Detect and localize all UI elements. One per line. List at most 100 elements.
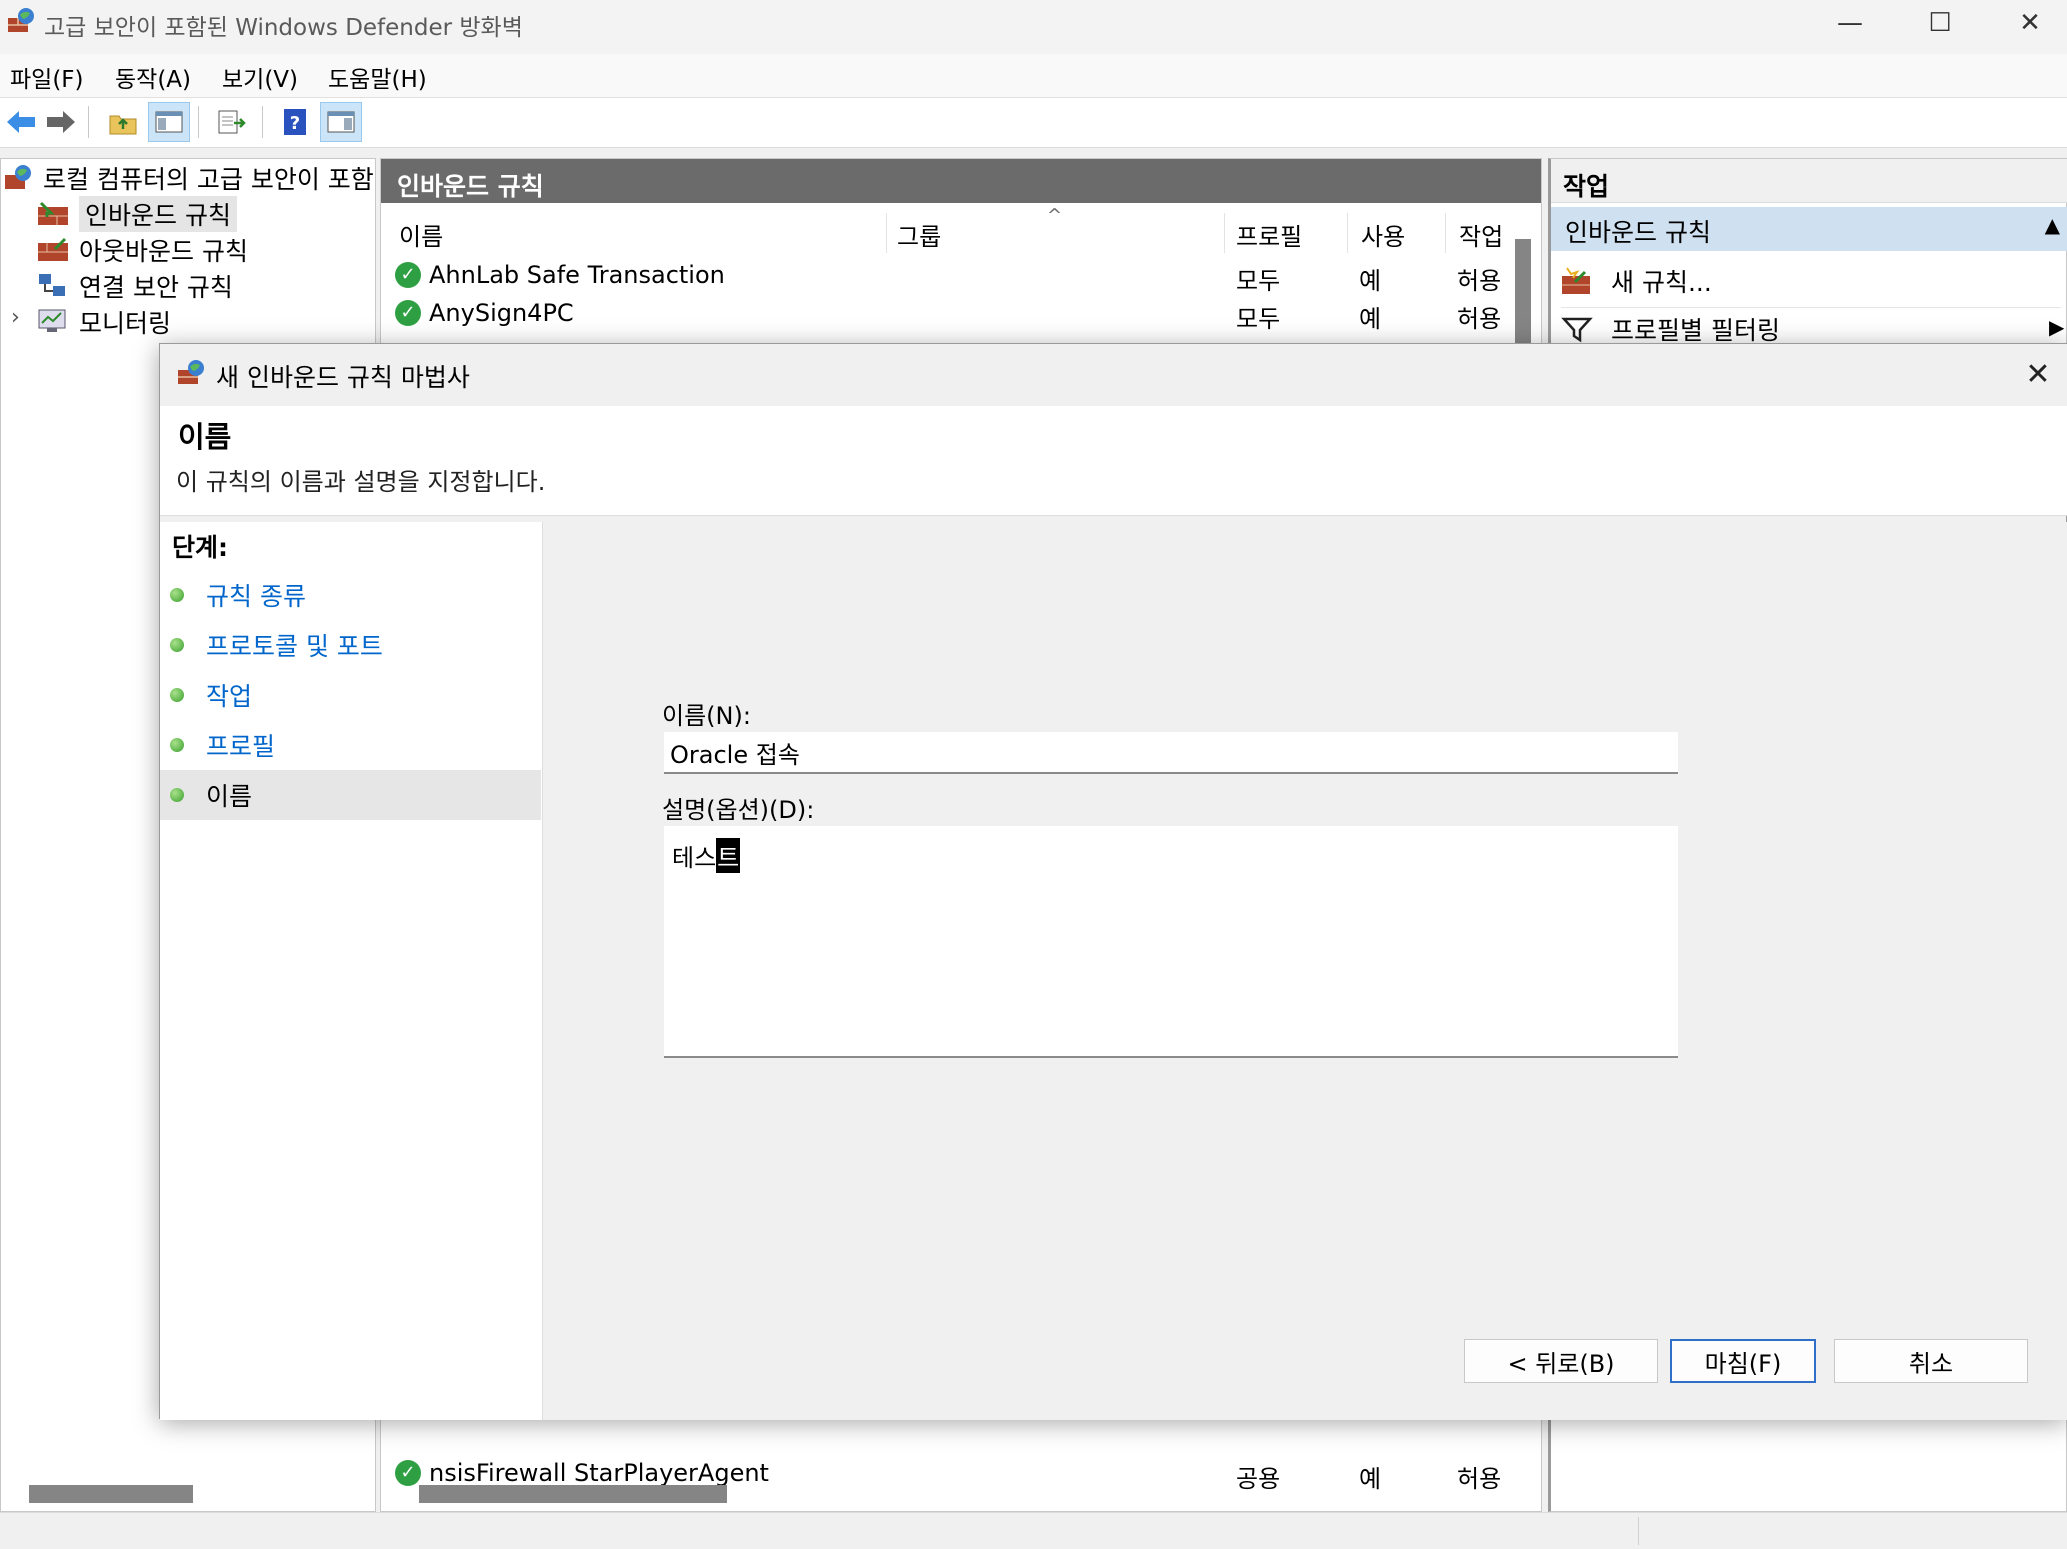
column-header-enabled[interactable]: 사용 bbox=[1361, 217, 1405, 252]
status-bar bbox=[0, 1512, 2067, 1549]
rule-name: AhnLab Safe Transaction bbox=[429, 261, 725, 289]
action-section-label: 인바운드 규칙 bbox=[1565, 218, 1711, 247]
toolbar-separator bbox=[88, 106, 89, 138]
window-title: 고급 보안이 포함된 Windows Defender 방화벽 bbox=[44, 15, 523, 41]
firewall-app-icon bbox=[6, 6, 36, 36]
tree-item-outbound-rules[interactable]: 아웃바운드 규칙 bbox=[37, 233, 248, 267]
tree-horizontal-scrollbar[interactable] bbox=[29, 1485, 193, 1503]
column-divider bbox=[886, 213, 887, 253]
description-field-label: 설명(옵션)(D): bbox=[662, 796, 815, 824]
steps-title: 단계: bbox=[172, 533, 228, 562]
rule-profile: 모두 bbox=[1236, 305, 1281, 333]
forward-arrow-icon[interactable] bbox=[40, 102, 82, 142]
rule-name: nsisFirewall StarPlayerAgent bbox=[429, 1459, 769, 1487]
rule-profile: 모두 bbox=[1236, 267, 1281, 295]
tree-item-label: 인바운드 규칙 bbox=[79, 196, 237, 232]
column-divider bbox=[1445, 213, 1446, 253]
description-text: 테스 bbox=[672, 844, 717, 872]
finish-button[interactable]: 마침(F) bbox=[1670, 1339, 1816, 1383]
divider bbox=[1561, 307, 2061, 308]
cancel-button[interactable]: 취소 bbox=[1834, 1339, 2028, 1383]
menu-help[interactable]: 도움말(H) bbox=[328, 60, 427, 94]
action-section-inbound[interactable]: 인바운드 규칙 ▲ bbox=[1551, 207, 2067, 251]
new-rule-label: 새 규칙... bbox=[1611, 268, 1712, 297]
enabled-check-icon: ✓ bbox=[395, 1460, 421, 1486]
column-header-action[interactable]: 작업 bbox=[1459, 217, 1503, 252]
step-dot-icon bbox=[170, 588, 184, 602]
description-textarea[interactable]: 테스트 bbox=[664, 826, 1678, 1058]
status-divider bbox=[1638, 1517, 1639, 1545]
enabled-check-icon: ✓ bbox=[395, 262, 421, 288]
new-rule-action[interactable]: 새 규칙... bbox=[1561, 263, 1712, 299]
connection-security-icon bbox=[39, 274, 65, 296]
dialog-header: 이름 이 규칙의 이름과 설명을 지정합니다. bbox=[160, 406, 2067, 516]
tree-root-label: 로컬 컴퓨터의 고급 보안이 포함 bbox=[43, 165, 374, 194]
table-row[interactable]: ✓ AnySign4PC 모두 예 허용 bbox=[381, 295, 1511, 333]
show-hide-tree-icon[interactable] bbox=[148, 102, 190, 142]
rule-name-input[interactable] bbox=[664, 732, 1678, 774]
back-arrow-icon[interactable] bbox=[0, 102, 42, 142]
outbound-rules-icon bbox=[38, 237, 68, 261]
tree-item-inbound-rules[interactable]: 인바운드 규칙 bbox=[37, 196, 237, 232]
step-dot-icon bbox=[170, 738, 184, 752]
step-label: 프로토콜 및 포트 bbox=[206, 632, 383, 661]
new-rule-icon bbox=[1562, 267, 1590, 294]
export-list-icon[interactable] bbox=[210, 102, 252, 142]
help-icon[interactable]: ? bbox=[274, 102, 316, 142]
tree-item-connection-security-rules[interactable]: 연결 보안 규칙 bbox=[37, 269, 233, 303]
menu-view[interactable]: 보기(V) bbox=[222, 60, 298, 94]
enabled-check-icon: ✓ bbox=[395, 300, 421, 326]
action-pane-header: 작업 bbox=[1551, 159, 2067, 203]
column-header-group[interactable]: 그룹 bbox=[897, 217, 941, 252]
expand-chevron-icon[interactable]: › bbox=[11, 305, 20, 330]
step-label: 이름 bbox=[206, 782, 253, 811]
maximize-button[interactable]: ☐ bbox=[1895, 0, 1985, 46]
tree-root[interactable]: 로컬 컴퓨터의 고급 보안이 포함 bbox=[3, 161, 374, 195]
filter-by-profile-action[interactable]: 프로필별 필터링 bbox=[1561, 311, 1780, 347]
list-horizontal-scrollbar[interactable] bbox=[419, 1485, 727, 1503]
step-label: 작업 bbox=[206, 682, 253, 711]
menu-file[interactable]: 파일(F) bbox=[10, 60, 84, 94]
name-field-label: 이름(N): bbox=[662, 702, 751, 730]
up-folder-icon[interactable] bbox=[102, 102, 144, 142]
step-profile[interactable]: 프로필 bbox=[170, 720, 275, 770]
column-header-profile[interactable]: 프로필 bbox=[1236, 217, 1302, 252]
rule-name: AnySign4PC bbox=[429, 299, 574, 327]
dialog-title-bar: 새 인바운드 규칙 마법사 ✕ bbox=[160, 344, 2067, 406]
ime-composing-char: 트 bbox=[716, 838, 741, 873]
step-label: 규칙 종류 bbox=[206, 582, 306, 611]
submenu-arrow-icon: ▶ bbox=[2049, 315, 2065, 339]
column-divider bbox=[1347, 213, 1348, 253]
tree-item-label: 아웃바운드 규칙 bbox=[79, 237, 248, 266]
step-dot-icon bbox=[170, 688, 184, 702]
column-divider bbox=[1224, 213, 1225, 253]
step-action[interactable]: 작업 bbox=[170, 670, 252, 720]
title-bar: 고급 보안이 포함된 Windows Defender 방화벽 — ☐ ✕ bbox=[0, 0, 2067, 54]
close-window-button[interactable]: ✕ bbox=[1985, 0, 2067, 46]
toolbar-separator bbox=[262, 106, 263, 138]
wizard-firewall-icon bbox=[176, 358, 206, 388]
pane-header: 인바운드 규칙 bbox=[381, 159, 1541, 203]
step-rule-type[interactable]: 규칙 종류 bbox=[170, 570, 306, 620]
rule-action: 허용 bbox=[1457, 305, 1502, 333]
menu-action[interactable]: 동작(A) bbox=[115, 60, 191, 94]
svg-text:?: ? bbox=[290, 113, 300, 134]
column-header-name[interactable]: 이름 bbox=[399, 217, 443, 252]
table-row[interactable]: ✓ AhnLab Safe Transaction 모두 예 허용 bbox=[381, 257, 1511, 295]
step-dot-icon bbox=[170, 638, 184, 652]
back-button[interactable]: < 뒤로(B) bbox=[1464, 1339, 1658, 1383]
toolbar: ? bbox=[0, 98, 2067, 148]
show-hide-action-pane-icon[interactable] bbox=[320, 102, 362, 142]
step-name-current: 이름 bbox=[160, 770, 541, 820]
collapse-icon[interactable]: ▲ bbox=[2045, 213, 2060, 237]
sort-ascending-icon: ^ bbox=[1047, 205, 1063, 226]
inbound-rules-icon bbox=[38, 201, 68, 225]
minimize-button[interactable]: — bbox=[1805, 0, 1895, 46]
tree-item-monitoring[interactable]: 모니터링 bbox=[37, 305, 171, 339]
dialog-close-button[interactable]: ✕ bbox=[2016, 352, 2060, 396]
firewall-globe-icon bbox=[5, 165, 31, 189]
step-dot-icon bbox=[170, 788, 184, 802]
step-protocol-ports[interactable]: 프로토콜 및 포트 bbox=[170, 620, 383, 670]
rule-action: 허용 bbox=[1457, 267, 1502, 295]
page-title: 이름 bbox=[178, 420, 232, 454]
